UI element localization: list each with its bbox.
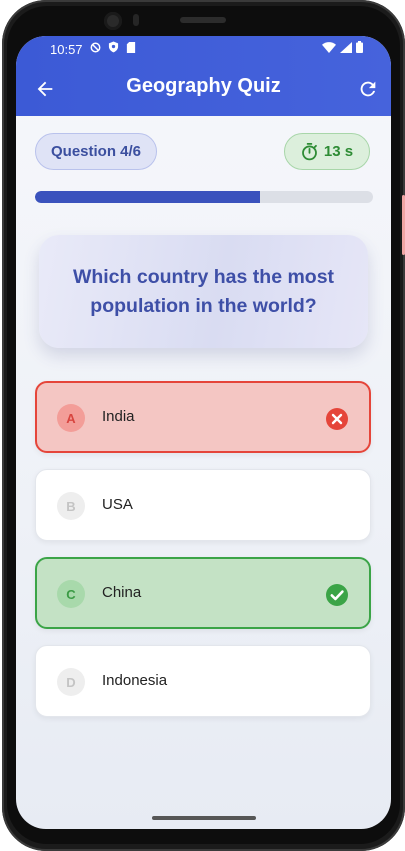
question-text: Which country has the most population in…	[72, 265, 335, 317]
battery-icon	[356, 41, 363, 53]
dnd-icon	[90, 42, 101, 52]
option-label: India	[102, 408, 135, 425]
camera-sensor	[133, 14, 139, 26]
front-camera	[104, 12, 122, 30]
screen: 10:57 Geography Quiz Question 4/6 13 s W…	[16, 36, 391, 829]
earpiece-speaker	[180, 17, 226, 23]
status-time: 10:57	[50, 42, 83, 57]
status-notification-icons	[90, 41, 136, 53]
correct-check-icon	[326, 584, 348, 606]
status-bar: 10:57	[16, 36, 391, 62]
option-letter: A	[57, 404, 85, 432]
option-label: China	[102, 584, 142, 601]
option-a[interactable]: A India	[35, 381, 371, 453]
quiz-progress-bar	[35, 191, 373, 203]
quiz-progress-fill	[35, 191, 261, 203]
question-card: Which country has the most population in…	[39, 235, 368, 348]
option-label: USA	[102, 496, 133, 513]
stopwatch-icon	[302, 142, 317, 160]
refresh-icon[interactable]	[357, 78, 379, 100]
status-system-icons	[322, 41, 363, 53]
option-letter: C	[57, 580, 85, 608]
wrong-x-icon	[326, 408, 348, 430]
timer-badge: 13 s	[284, 133, 370, 170]
option-b[interactable]: B USA	[35, 469, 371, 541]
option-label: Indonesia	[102, 672, 168, 689]
app-bar: 10:57 Geography Quiz	[16, 36, 391, 116]
shield-icon	[108, 41, 119, 53]
phone-frame: 10:57 Geography Quiz Question 4/6 13 s W…	[0, 0, 405, 851]
home-indicator[interactable]	[152, 816, 256, 820]
option-letter: B	[57, 492, 85, 520]
signal-icon	[340, 41, 352, 53]
option-letter: D	[57, 668, 85, 696]
wifi-icon	[322, 41, 336, 53]
timer-text: 13 s	[323, 143, 354, 160]
page-title: Geography Quiz	[126, 75, 281, 97]
option-c[interactable]: C China	[35, 557, 371, 629]
sim-card-icon	[126, 41, 136, 53]
option-d[interactable]: D Indonesia	[35, 645, 371, 717]
question-counter-badge: Question 4/6	[35, 133, 157, 170]
